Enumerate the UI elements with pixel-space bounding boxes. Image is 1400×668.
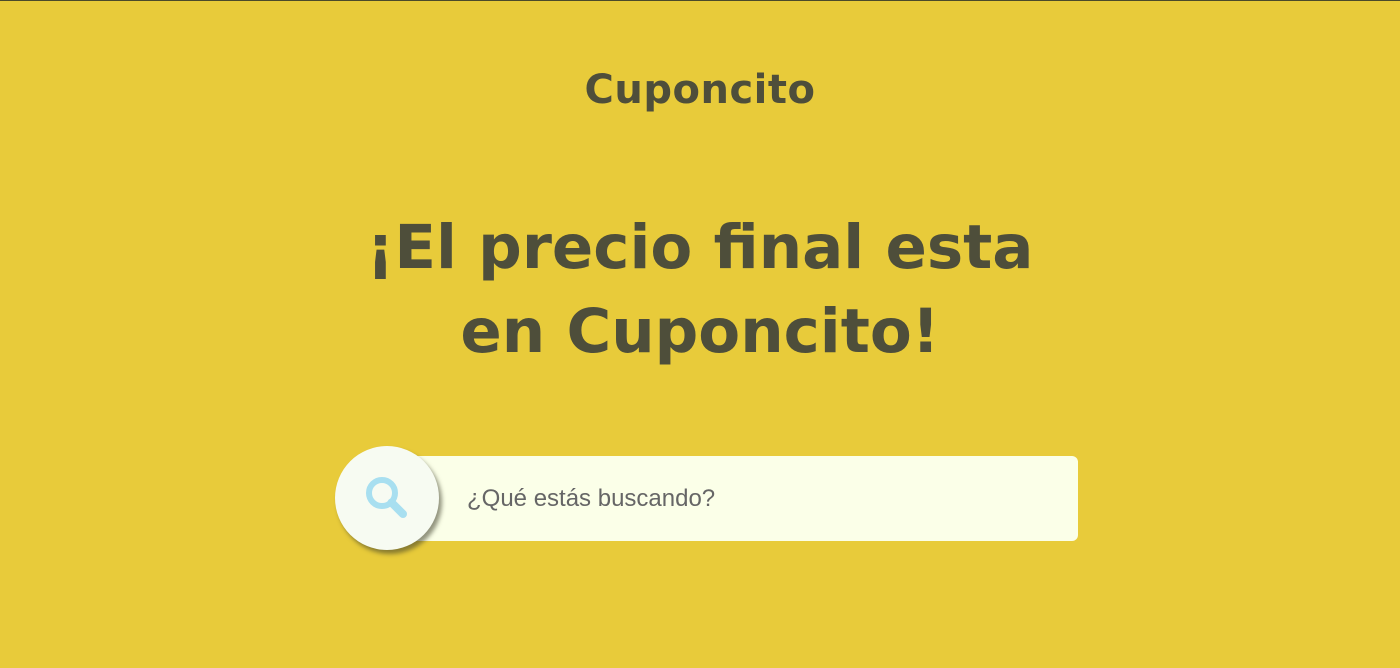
search-bar: [335, 446, 1078, 550]
search-input[interactable]: [408, 456, 1078, 541]
search-icon: [366, 477, 407, 518]
hero-headline: ¡El precio final esta en Cuponcito!: [0, 206, 1400, 374]
brand-logo[interactable]: Cuponcito: [0, 67, 1400, 113]
search-button[interactable]: [335, 446, 439, 550]
headline-line-1: ¡El precio final esta: [366, 212, 1034, 283]
headline-line-2: en Cuponcito!: [460, 296, 940, 367]
